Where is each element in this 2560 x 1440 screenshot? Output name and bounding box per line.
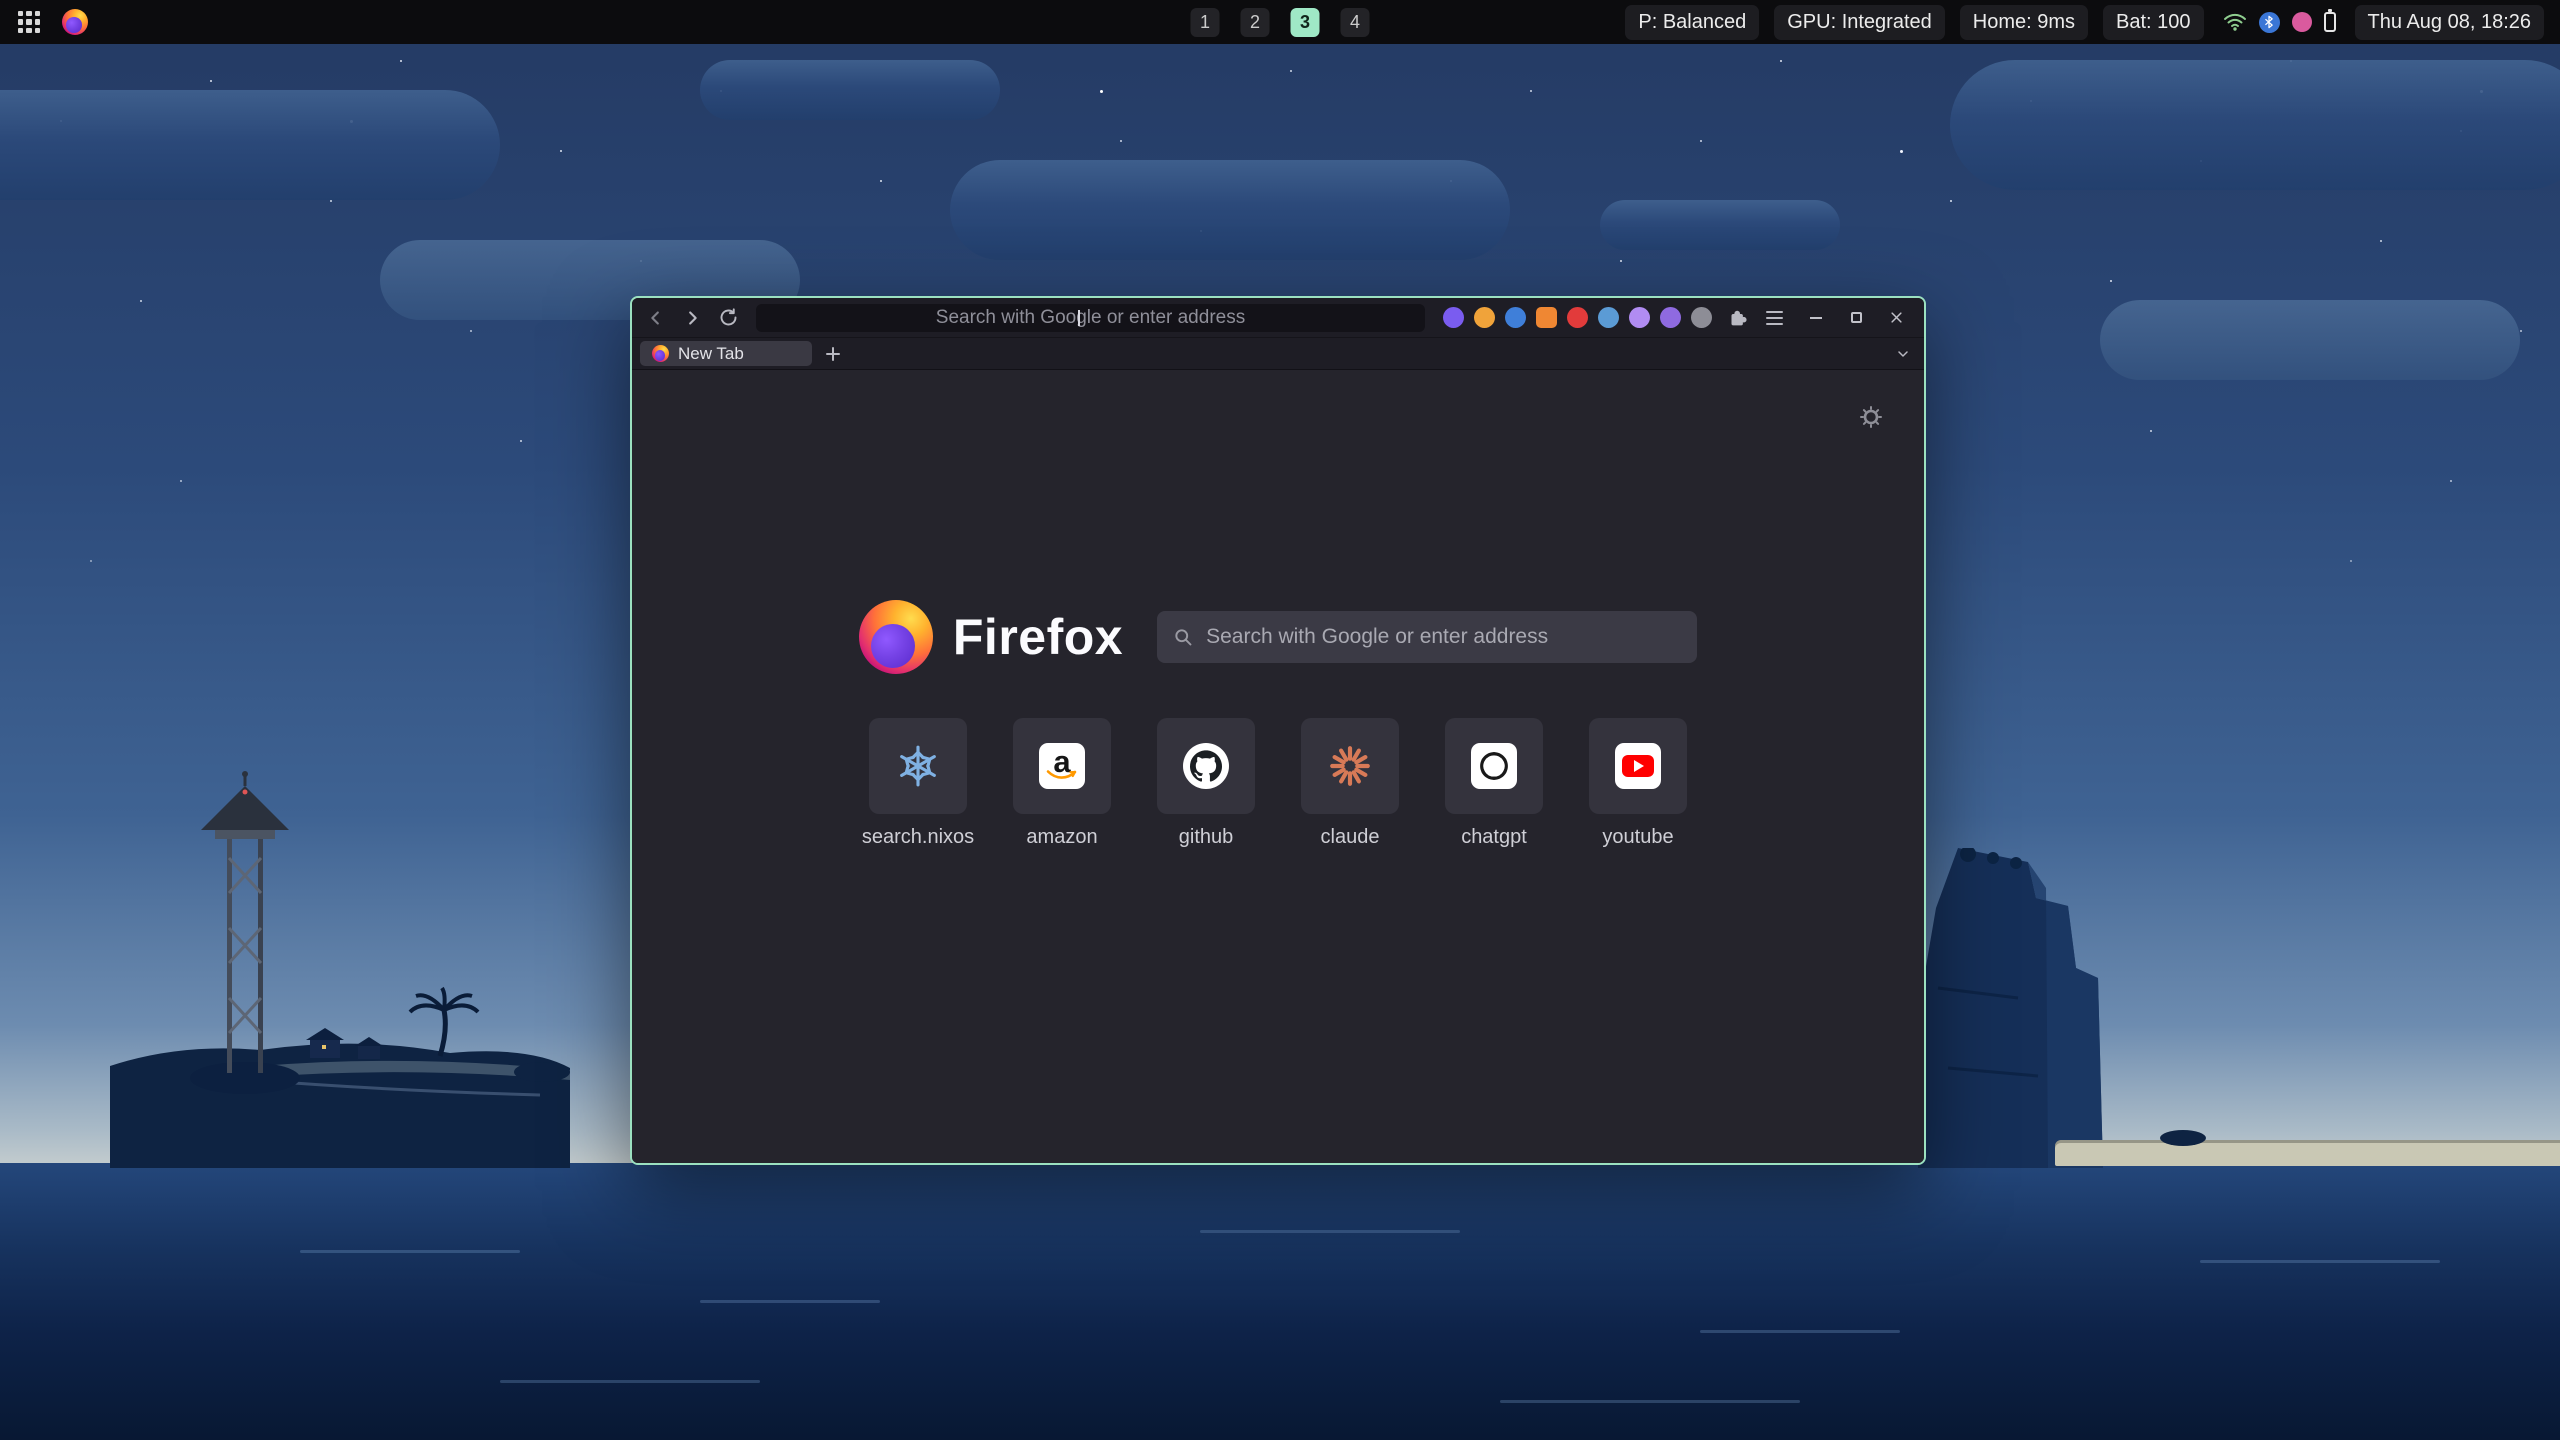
window-controls <box>1804 306 1914 330</box>
cliff-rocks <box>1898 848 2138 1168</box>
extension-icon[interactable] <box>1660 307 1681 328</box>
beach <box>2055 1140 2560 1166</box>
shortcut-chatgpt[interactable]: chatgpt <box>1445 718 1543 849</box>
clock[interactable]: Thu Aug 08, 18:26 <box>2355 5 2544 40</box>
tab-strip: New Tab <box>632 338 1924 370</box>
firefox-window: Search with Google or enter address <box>630 296 1926 1165</box>
forward-button[interactable] <box>678 304 706 332</box>
minimize-button[interactable] <box>1804 306 1828 330</box>
water-streak <box>1700 1330 1900 1333</box>
extension-icon[interactable] <box>1567 307 1588 328</box>
back-button[interactable] <box>642 304 670 332</box>
power-profile-indicator: P: Balanced <box>1625 5 1759 40</box>
island-watchtower <box>110 748 570 1168</box>
maximize-button[interactable] <box>1844 306 1868 330</box>
water-streak <box>700 1300 880 1303</box>
cloud <box>1950 60 2560 190</box>
hamburger-menu-icon[interactable] <box>1760 304 1788 332</box>
device-battery-icon[interactable] <box>2324 12 2336 32</box>
cloud <box>950 160 1510 260</box>
shortcut-amazon[interactable]: a amazon <box>1013 718 1111 849</box>
extensions-puzzle-icon[interactable] <box>1724 304 1752 332</box>
workspace-button-2[interactable]: 2 <box>1241 8 1270 37</box>
shortcut-tiles: search.nixos a amazon <box>869 718 1687 849</box>
shortcut-youtube[interactable]: youtube <box>1589 718 1687 849</box>
list-all-tabs-chevron-icon[interactable] <box>1890 341 1916 367</box>
new-tab-page: Firefox <box>632 370 1924 1163</box>
extension-toolbar <box>1439 307 1716 328</box>
youtube-icon <box>1615 743 1661 789</box>
extension-icon[interactable] <box>1443 307 1464 328</box>
new-tab-button[interactable] <box>820 341 846 367</box>
cloud <box>2100 300 2520 380</box>
nixos-snowflake-icon <box>895 743 941 789</box>
extension-icon[interactable] <box>1691 307 1712 328</box>
shortcut-claude[interactable]: claude <box>1301 718 1399 849</box>
page-search-bar[interactable] <box>1157 611 1697 663</box>
wallpaper-ocean <box>0 1163 2560 1440</box>
shortcut-search-nixos[interactable]: search.nixos <box>869 718 967 849</box>
tab-favicon-firefox-icon <box>652 345 669 362</box>
bluetooth-icon[interactable] <box>2259 12 2280 33</box>
water-streak <box>300 1250 520 1253</box>
extension-icon[interactable] <box>1536 307 1557 328</box>
water-streak <box>2200 1260 2440 1263</box>
search-icon <box>1173 627 1194 648</box>
firefox-branding-row: Firefox <box>859 600 1697 674</box>
rock <box>2160 1130 2206 1146</box>
wifi-icon[interactable] <box>2223 10 2247 34</box>
amazon-icon: a <box>1039 743 1085 789</box>
extension-icon[interactable] <box>1505 307 1526 328</box>
battery-indicator: Bat: 100 <box>2103 5 2204 40</box>
workspace-switcher: 1 2 3 4 <box>1191 8 1370 37</box>
workspace-button-1[interactable]: 1 <box>1191 8 1220 37</box>
tab-new-tab[interactable]: New Tab <box>640 341 812 366</box>
extension-icon[interactable] <box>1598 307 1619 328</box>
firefox-launcher-icon[interactable] <box>62 9 88 35</box>
cloud <box>0 90 500 200</box>
water-streak <box>1500 1400 1800 1403</box>
claude-starburst-icon <box>1327 743 1373 789</box>
cloud <box>1600 200 1840 250</box>
github-icon <box>1183 743 1229 789</box>
shortcut-github[interactable]: github <box>1157 718 1255 849</box>
system-tray <box>2219 10 2340 34</box>
ping-indicator: Home: 9ms <box>1960 5 2088 40</box>
personalize-gear-icon[interactable] <box>1856 402 1886 432</box>
close-button[interactable] <box>1884 306 1908 330</box>
water-streak <box>1200 1230 1460 1233</box>
water-streak <box>500 1380 760 1383</box>
color-profile-icon[interactable] <box>2292 12 2312 32</box>
page-search-input[interactable] <box>1206 625 1681 649</box>
reload-button[interactable] <box>714 304 742 332</box>
firefox-logo <box>859 600 933 674</box>
browser-toolbar: Search with Google or enter address <box>632 298 1924 338</box>
extension-icon[interactable] <box>1474 307 1495 328</box>
cloud <box>700 60 1000 120</box>
gpu-indicator: GPU: Integrated <box>1774 5 1945 40</box>
text-caret <box>1078 310 1080 326</box>
url-bar[interactable]: Search with Google or enter address <box>756 304 1425 332</box>
app-launcher-icon[interactable] <box>16 9 42 35</box>
chatgpt-icon <box>1471 743 1517 789</box>
workspace-button-3[interactable]: 3 <box>1291 8 1320 37</box>
extension-icon[interactable] <box>1629 307 1650 328</box>
workspace-button-4[interactable]: 4 <box>1341 8 1370 37</box>
url-bar-placeholder: Search with Google or enter address <box>936 307 1245 329</box>
status-bar: 1 2 3 4 P: Balanced GPU: Integrated Home… <box>0 0 2560 44</box>
firefox-wordmark: Firefox <box>953 608 1123 666</box>
tab-title: New Tab <box>678 344 744 364</box>
